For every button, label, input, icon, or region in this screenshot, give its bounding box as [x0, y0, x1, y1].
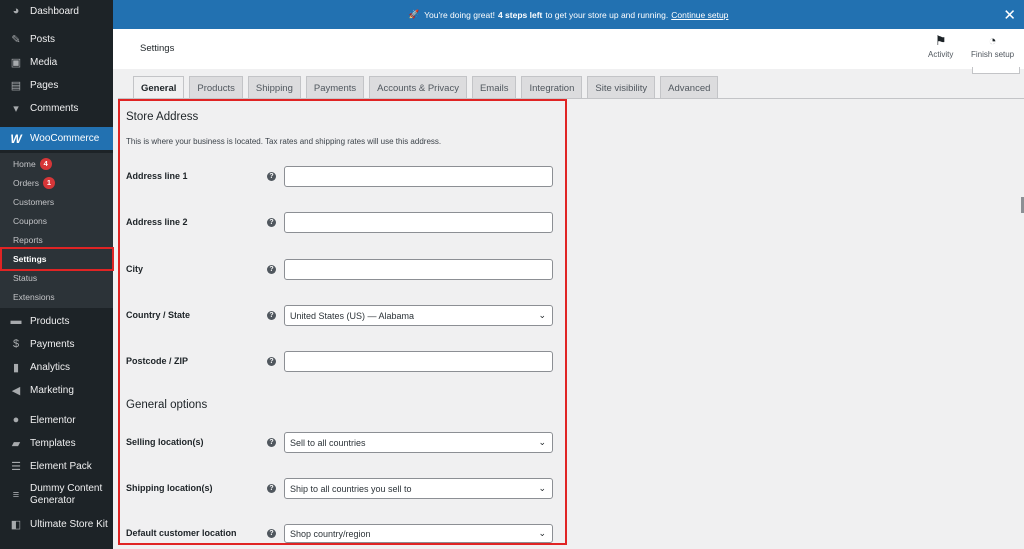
sidebar-item-comments[interactable]: ▾ Comments — [0, 97, 113, 119]
woocommerce-icon: W — [10, 131, 22, 146]
tab-emails[interactable]: Emails — [471, 76, 517, 99]
pages-icon: ▤ — [10, 79, 22, 92]
tab-products[interactable]: Products — [189, 76, 243, 99]
sidebar-item-label: Payments — [30, 338, 75, 350]
notice-steps-left: 4 steps left — [497, 9, 543, 20]
sidebar-item-payments[interactable]: $ Payments — [0, 333, 113, 355]
sidebar-item-label: Posts — [30, 33, 56, 45]
count-badge: 1 — [42, 176, 55, 189]
page-header: Settings ⚑ Activity ◔ Finish setup — [113, 29, 1024, 74]
continue-setup-link[interactable]: Continue setup — [671, 10, 728, 20]
submenu-item-extensions[interactable]: Extensions — [0, 287, 113, 306]
page-title: Settings — [140, 43, 175, 54]
flag-icon: ⚑ — [934, 33, 947, 48]
sidebar-item-dashboard[interactable]: ◕ Dashboard — [0, 0, 113, 22]
sidebar-item-label: WooCommerce — [30, 133, 100, 144]
sidebar-item-label: Ultimate Store Kit — [30, 518, 108, 530]
sidebar-item-label: Pages — [30, 79, 59, 91]
database-icon: ≡ — [12, 489, 20, 501]
comments-icon: ▾ — [13, 102, 19, 115]
dashboard-icon: ◕ — [12, 5, 20, 17]
sidebar-item-ultimate-store-kit[interactable]: ◧ Ultimate Store Kit — [0, 513, 113, 535]
submenu-item-label: Extensions — [13, 291, 55, 302]
sidebar-item-label: Templates — [30, 437, 76, 449]
settings-tabs: General Products Shipping Payments Accou… — [133, 76, 723, 99]
submenu-item-orders[interactable]: Orders 1 — [0, 173, 113, 192]
sidebar-item-label: Analytics — [30, 361, 71, 373]
pin-icon: ✎ — [11, 33, 21, 46]
admin-sidebar: ◕ Dashboard ✎ Posts ▣ Media ▤ Pages ▾ Co… — [0, 0, 113, 549]
sidebar-item-posts[interactable]: ✎ Posts — [0, 28, 113, 50]
tab-general[interactable]: General — [133, 76, 185, 99]
tab-advanced[interactable]: Advanced — [660, 76, 719, 99]
tab-payments[interactable]: Payments — [305, 76, 365, 99]
notice-text: You're doing great! — [424, 9, 495, 20]
sidebar-item-label: Elementor — [30, 414, 76, 426]
progress-circle-icon: ◔ — [988, 33, 997, 48]
submenu-item-label: Customers — [13, 196, 55, 207]
setup-notice-bar: 🚀 You're doing great! 4 steps left to ge… — [113, 0, 1024, 29]
sidebar-item-pages[interactable]: ▤ Pages — [0, 74, 113, 96]
finish-setup-label: Finish setup — [971, 50, 1015, 59]
woocommerce-submenu: Home 4 Orders 1 Customers Coupons Report… — [0, 153, 113, 308]
payments-icon: $ — [12, 338, 20, 350]
megaphone-icon: ◀ — [11, 384, 21, 397]
submenu-item-customers[interactable]: Customers — [0, 192, 113, 211]
sidebar-item-analytics[interactable]: ▮ Analytics — [0, 356, 113, 378]
settings-highlight-box — [0, 247, 114, 271]
sidebar-item-label: Media — [30, 56, 58, 68]
sidebar-item-label: Comments — [30, 102, 79, 114]
help-tab[interactable] — [972, 67, 1020, 74]
sidebar-item-element-pack[interactable]: ☰ Element Pack — [0, 455, 113, 477]
sidebar-item-label: Dummy Content Generator — [30, 483, 103, 506]
tab-site-visibility[interactable]: Site visibility — [587, 76, 656, 99]
tab-accounts-privacy[interactable]: Accounts & Privacy — [369, 76, 467, 99]
sidebar-item-label: Products — [30, 315, 70, 327]
tab-integration[interactable]: Integration — [521, 76, 583, 99]
folder-icon: ▰ — [11, 437, 21, 450]
rocket-icon: 🚀 — [408, 9, 420, 19]
submenu-item-label: Orders — [13, 177, 39, 188]
notice-text-after: to get your store up and running. — [545, 9, 669, 20]
sidebar-item-woocommerce[interactable]: W WooCommerce — [0, 127, 113, 150]
submenu-item-coupons[interactable]: Coupons — [0, 211, 113, 230]
sidebar-item-products[interactable]: ▬ Products — [0, 310, 113, 332]
sidebar-item-label: Marketing — [30, 384, 74, 396]
elementor-icon: ● — [12, 414, 20, 426]
submenu-item-label: Home — [13, 158, 36, 169]
sidebar-item-templates[interactable]: ▰ Templates — [0, 432, 113, 454]
activity-button[interactable]: ⚑ Activity — [928, 33, 953, 59]
element-pack-icon: ☰ — [11, 460, 21, 473]
sidebar-item-label: Dashboard — [30, 5, 79, 17]
sidebar-item-dummy-content-generator[interactable]: ≡ Dummy Content Generator — [0, 480, 113, 510]
submenu-item-home[interactable]: Home 4 — [0, 154, 113, 173]
count-badge: 4 — [39, 157, 52, 170]
submenu-item-label: Coupons — [13, 215, 48, 226]
products-icon: ▬ — [10, 315, 22, 327]
submenu-item-label: Reports — [13, 234, 43, 245]
store-address-highlight-box — [118, 99, 567, 545]
sidebar-item-label: Element Pack — [30, 460, 92, 472]
sidebar-item-marketing[interactable]: ◀ Marketing — [0, 379, 113, 401]
submenu-item-label: Status — [13, 272, 38, 283]
media-icon: ▣ — [10, 56, 22, 69]
sidebar-item-elementor[interactable]: ● Elementor — [0, 409, 113, 431]
close-icon[interactable]: ✕ — [1003, 6, 1016, 24]
activity-label: Activity — [928, 50, 954, 59]
finish-setup-button[interactable]: ◔ Finish setup — [971, 33, 1014, 59]
analytics-icon: ▮ — [12, 361, 20, 374]
sidebar-item-media[interactable]: ▣ Media — [0, 51, 113, 73]
bag-icon: ◧ — [10, 518, 22, 531]
tab-shipping[interactable]: Shipping — [247, 76, 301, 99]
